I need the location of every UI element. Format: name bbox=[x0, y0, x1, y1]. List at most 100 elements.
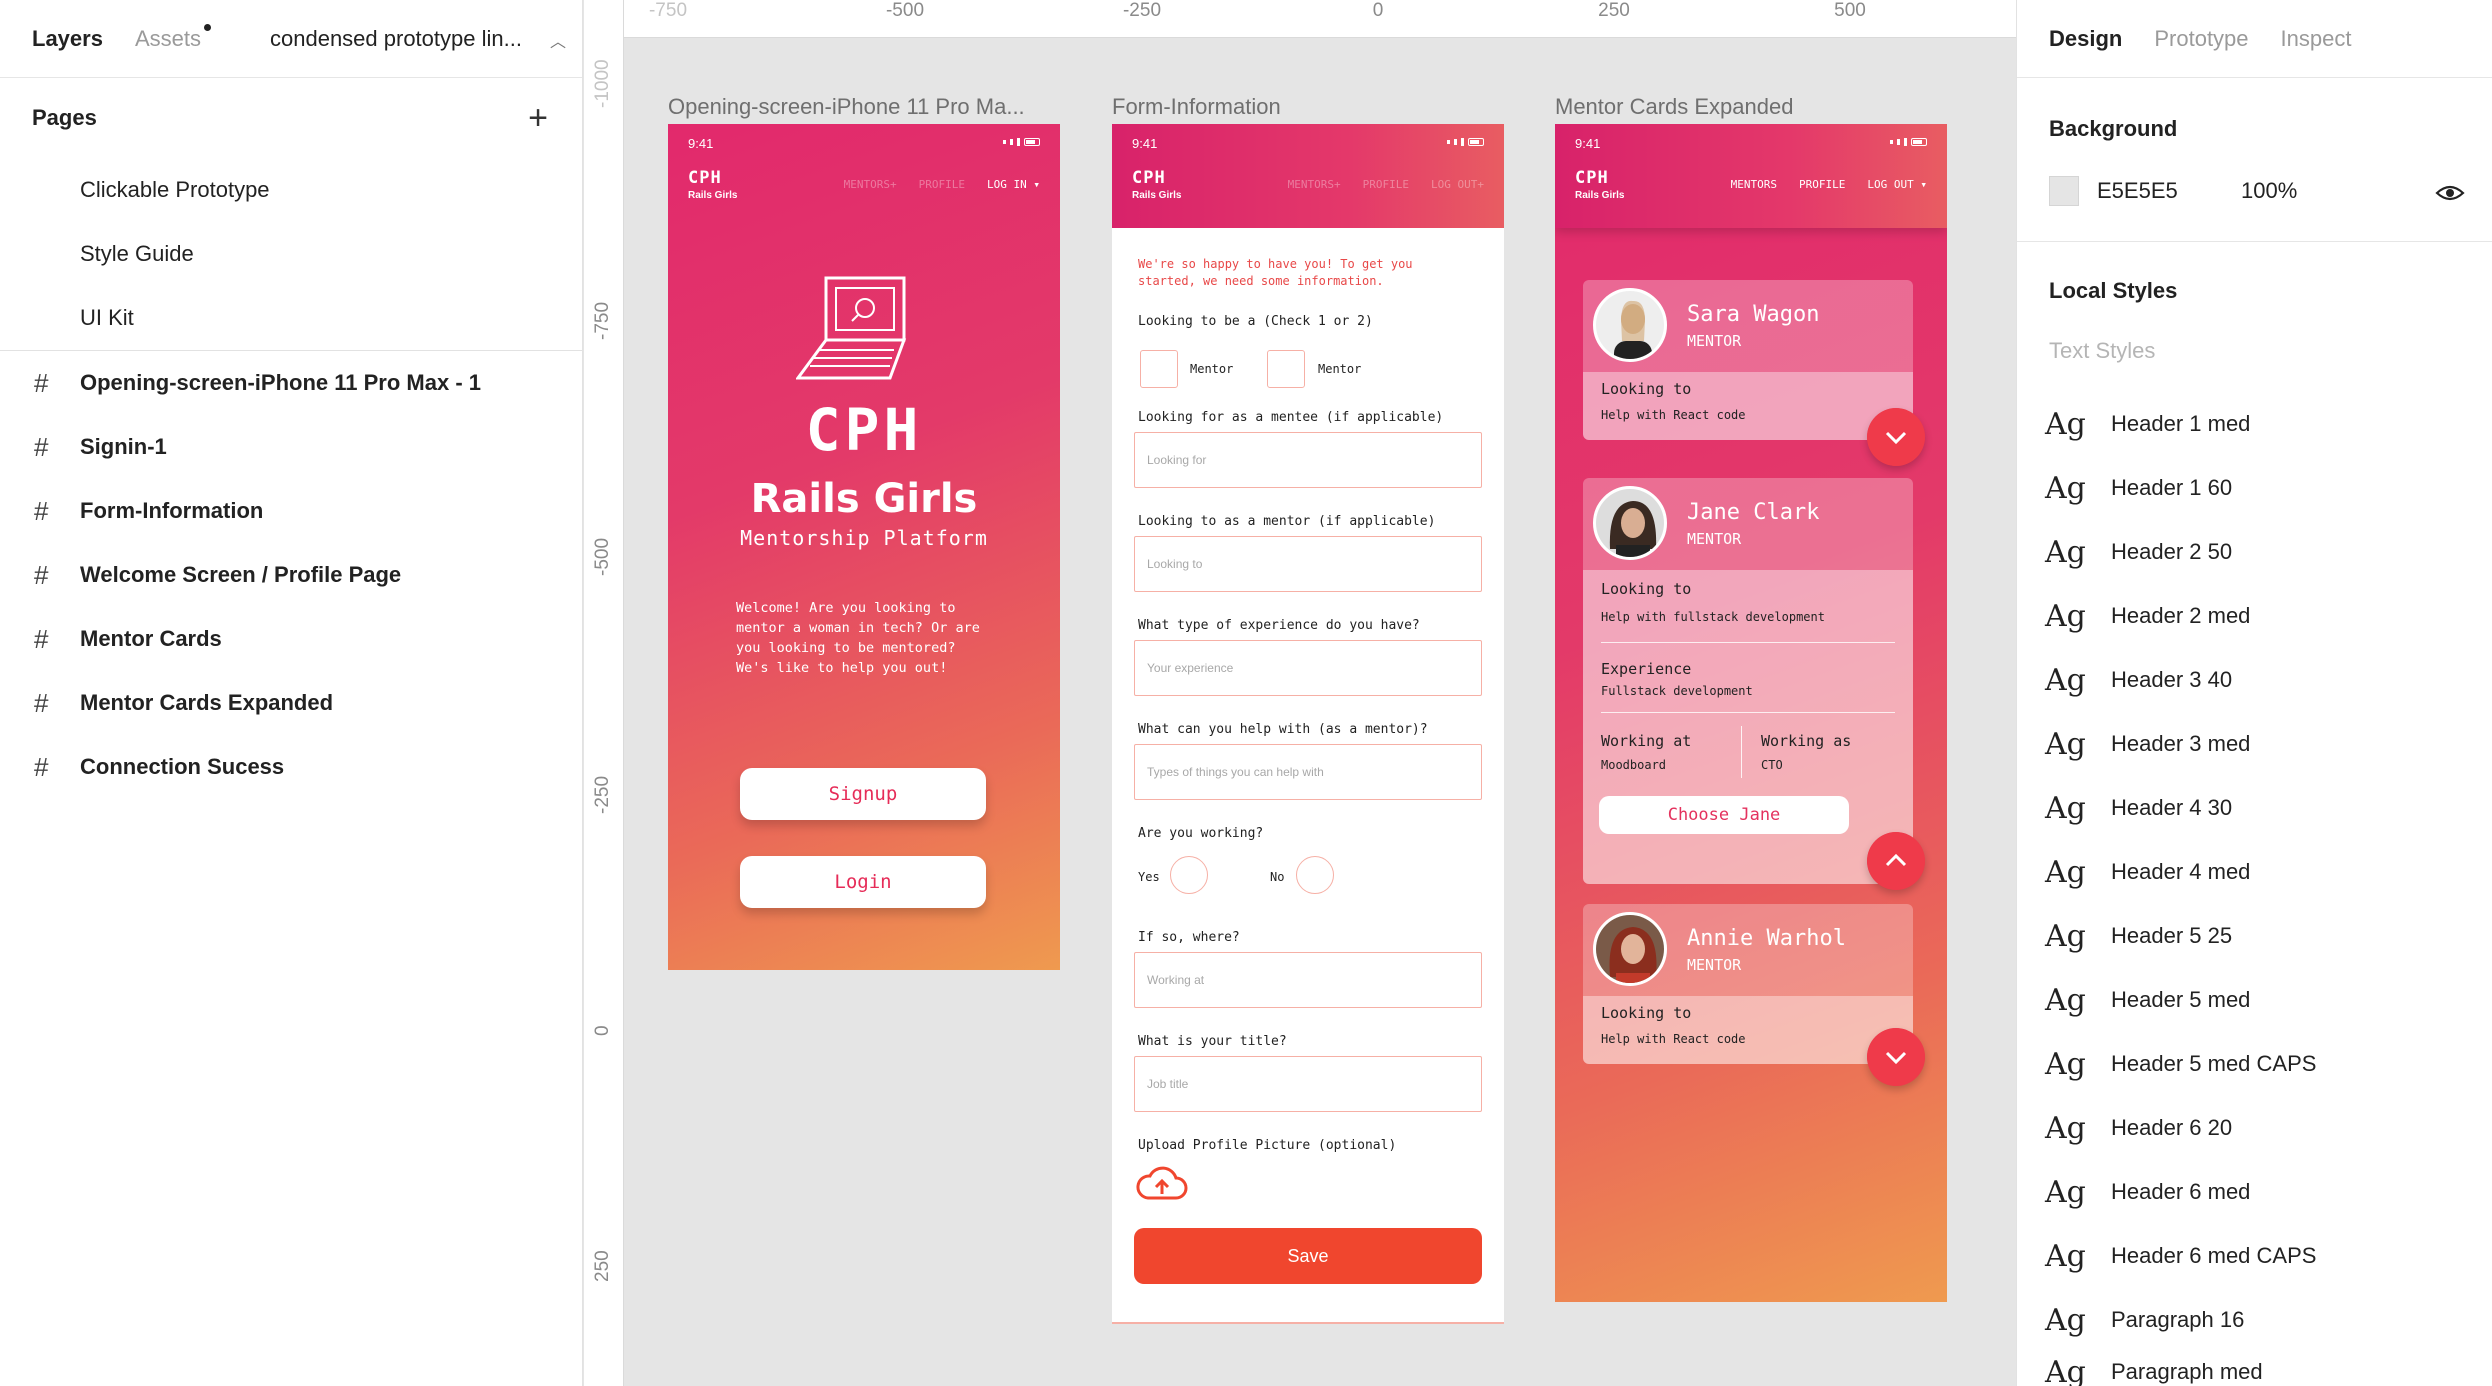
ruler-label: 250 bbox=[1598, 0, 1630, 21]
battery-icon bbox=[1911, 138, 1927, 146]
upload-cloud-icon[interactable] bbox=[1136, 1164, 1188, 1204]
login-button[interactable]: Login bbox=[740, 856, 986, 908]
frame-layer-item[interactable]: # Mentor Cards bbox=[0, 607, 582, 671]
eye-icon[interactable] bbox=[2435, 178, 2465, 208]
ruler-label: -1000 bbox=[592, 59, 613, 108]
frame-layer-item[interactable]: # Opening-screen-iPhone 11 Pro Max - 1 bbox=[0, 351, 582, 415]
radio-label: No bbox=[1270, 870, 1285, 884]
mentor-card[interactable]: Sara Wagon MENTOR Looking to Help with R… bbox=[1583, 280, 1925, 466]
collapse-chevron-up-icon[interactable] bbox=[1867, 832, 1925, 890]
text-style-item[interactable]: Ag Header 1 60 bbox=[2045, 468, 2232, 508]
mentor-card-expanded[interactable]: Jane Clark MENTOR Looking to Help with f… bbox=[1583, 478, 1925, 890]
label-looking-to-be: Looking to be a (Check 1 or 2) bbox=[1138, 314, 1373, 329]
text-style-item[interactable]: Ag Header 4 30 bbox=[2045, 788, 2232, 828]
working-as-label: Working as bbox=[1761, 732, 1852, 750]
label-mentor: Looking to as a mentor (if applicable) bbox=[1138, 514, 1436, 529]
text-style-item[interactable]: Ag Header 1 med bbox=[2045, 404, 2250, 444]
status-time: 9:41 bbox=[1575, 136, 1601, 151]
text-style-item[interactable]: Ag Header 2 50 bbox=[2045, 532, 2232, 572]
text-style-item[interactable]: Ag Header 2 med bbox=[2045, 596, 2250, 636]
form-body: We're so happy to have you! To get you s… bbox=[1112, 228, 1504, 1322]
design-canvas[interactable]: -750 -500 -250 0 250 500 -1000 -750 -500… bbox=[584, 0, 2016, 1386]
page-item[interactable]: UI Kit bbox=[0, 286, 582, 350]
checkbox-label: Mentor bbox=[1318, 362, 1362, 376]
cph-logo[interactable]: CPH bbox=[688, 168, 722, 188]
signup-button[interactable]: Signup bbox=[740, 768, 986, 820]
frame-layer-item[interactable]: # Welcome Screen / Profile Page bbox=[0, 543, 582, 607]
frame-layer-item[interactable]: # Mentor Cards Expanded bbox=[0, 671, 582, 735]
nav-mentors[interactable]: MENTORS bbox=[1731, 178, 1777, 191]
text-style-item[interactable]: Ag Header 5 med CAPS bbox=[2045, 1044, 2316, 1084]
frame-layer-item[interactable]: # Connection Sucess bbox=[0, 735, 582, 799]
expand-chevron-down-icon[interactable] bbox=[1867, 408, 1925, 466]
mentor-role: MENTOR bbox=[1687, 956, 1742, 974]
text-style-item[interactable]: Ag Header 5 25 bbox=[2045, 916, 2232, 956]
nav-profile: PROFILE bbox=[1362, 178, 1410, 191]
no-radio[interactable] bbox=[1296, 856, 1334, 894]
tab-inspect[interactable]: Inspect bbox=[2281, 26, 2352, 52]
frame-layer-item[interactable]: # Form-Information bbox=[0, 479, 582, 543]
expand-chevron-down-icon[interactable] bbox=[1867, 1028, 1925, 1086]
nav-login[interactable]: LOG IN ▾ bbox=[987, 178, 1040, 191]
save-button[interactable]: Save bbox=[1134, 1228, 1482, 1284]
avatar bbox=[1593, 912, 1667, 986]
mentor-checkbox-1[interactable] bbox=[1140, 350, 1178, 388]
project-name[interactable]: condensed prototype lin... bbox=[270, 26, 522, 52]
mentor-card[interactable]: Annie Warhol MENTOR Looking to Help with… bbox=[1583, 904, 1925, 1086]
text-style-item[interactable]: Ag Header 6 med bbox=[2045, 1172, 2250, 1212]
frame-title[interactable]: Mentor Cards Expanded bbox=[1555, 94, 1793, 120]
tab-layers[interactable]: Layers bbox=[32, 26, 103, 52]
text-style-item[interactable]: Ag Header 6 20 bbox=[2045, 1108, 2232, 1148]
looking-value: Help with fullstack development bbox=[1601, 610, 1825, 624]
where-input[interactable]: Working at bbox=[1134, 952, 1482, 1008]
cph-wordmark: CPH bbox=[805, 396, 923, 464]
label-mentee: Looking for as a mentee (if applicable) bbox=[1138, 410, 1444, 425]
background-opacity[interactable]: 100% bbox=[2241, 178, 2297, 204]
card-body: Looking to Help with React code bbox=[1583, 372, 1913, 440]
text-style-item[interactable]: Ag Header 3 med bbox=[2045, 724, 2250, 764]
yes-radio[interactable] bbox=[1170, 856, 1208, 894]
mentor-name: Jane Clark bbox=[1687, 500, 1820, 525]
frame-title[interactable]: Opening-screen-iPhone 11 Pro Ma... bbox=[668, 94, 1025, 120]
frame-layer-item[interactable]: # Signin-1 bbox=[0, 415, 582, 479]
experience-input[interactable]: Your experience bbox=[1134, 640, 1482, 696]
color-swatch[interactable] bbox=[2049, 176, 2079, 206]
nav-profile[interactable]: PROFILE bbox=[1799, 178, 1845, 191]
nav-logout[interactable]: LOG OUT ▾ bbox=[1867, 178, 1927, 191]
background-hex[interactable]: E5E5E5 bbox=[2097, 178, 2178, 204]
mentor-cards-frame[interactable]: 9:41 CPH Rails Girls MENTORS PROFILE LOG… bbox=[1555, 124, 1947, 1302]
page-item[interactable]: Style Guide bbox=[0, 222, 582, 286]
text-style-item[interactable]: Ag Header 4 med bbox=[2045, 852, 2250, 892]
text-style-item[interactable]: Ag Header 5 med bbox=[2045, 980, 2250, 1020]
mentee-input[interactable]: Looking for bbox=[1134, 432, 1482, 488]
title-input[interactable]: Job title bbox=[1134, 1056, 1482, 1112]
ruler-label: -750 bbox=[592, 301, 613, 340]
looking-value: Help with React code bbox=[1601, 408, 1746, 422]
cph-logo[interactable]: CPH bbox=[1132, 168, 1166, 188]
laptop-icon bbox=[796, 276, 907, 380]
tab-assets[interactable]: Assets bbox=[135, 23, 211, 52]
page-item[interactable]: Clickable Prototype bbox=[0, 158, 582, 222]
tab-design[interactable]: Design bbox=[2049, 26, 2122, 52]
background-section: Background E5E5E5 100% bbox=[2017, 78, 2492, 242]
frame-title[interactable]: Form-Information bbox=[1112, 94, 1281, 120]
ruler-label: -250 bbox=[1122, 0, 1162, 21]
mentor-name: Sara Wagon bbox=[1687, 302, 1820, 327]
text-style-item[interactable]: Ag Header 6 med CAPS bbox=[2045, 1236, 2316, 1276]
text-style-item[interactable]: Ag Header 3 40 bbox=[2045, 660, 2232, 700]
opening-screen-frame[interactable]: 9:41 CPH Rails Girls MENTORS+ PROFILE LO… bbox=[668, 124, 1060, 970]
cph-logo[interactable]: CPH bbox=[1575, 168, 1609, 188]
app-subtitle: Mentorship Platform bbox=[740, 526, 988, 550]
help-input[interactable]: Types of things you can help with bbox=[1134, 744, 1482, 800]
add-page-icon[interactable]: + bbox=[528, 101, 548, 135]
chevron-up-icon[interactable]: ︿ bbox=[550, 28, 566, 52]
mentor-checkbox-2[interactable] bbox=[1267, 350, 1305, 388]
text-style-item[interactable]: Ag Paragraph med bbox=[2045, 1352, 2263, 1386]
local-styles-title: Local Styles bbox=[2049, 278, 2178, 303]
form-information-frame[interactable]: 9:41 CPH Rails Girls MENTORS+ PROFILE LO… bbox=[1112, 124, 1504, 1324]
text-style-item[interactable]: Ag Paragraph 16 bbox=[2045, 1300, 2244, 1340]
looking-label: Looking to bbox=[1601, 380, 1692, 398]
mentor-input[interactable]: Looking to bbox=[1134, 536, 1482, 592]
choose-mentor-button[interactable]: Choose Jane bbox=[1599, 796, 1849, 834]
tab-prototype[interactable]: Prototype bbox=[2154, 26, 2248, 52]
